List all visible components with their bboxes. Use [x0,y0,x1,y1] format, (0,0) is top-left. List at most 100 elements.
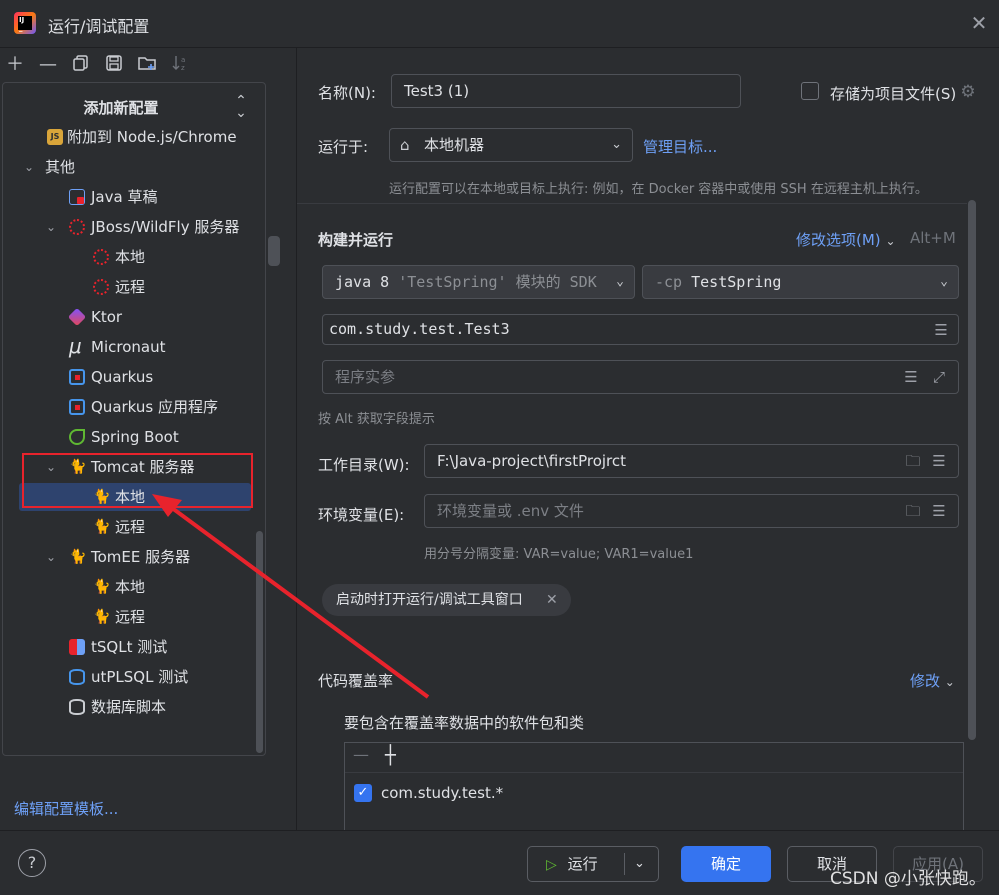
sdk-version: java 8 [335,273,390,291]
close-icon[interactable]: ✕ [968,12,990,34]
tree-item-label: Quarkus [91,368,154,386]
tree-item-label: 本地 [115,578,146,596]
tree-item-label: Micronaut [91,338,166,356]
micronaut-icon: μ [69,334,82,358]
program-args-input[interactable]: 程序实参 ☰ ⤢ [322,360,959,394]
new-folder-icon[interactable] [136,54,158,76]
tsqlt-icon [69,639,85,655]
collapse-all-icon[interactable]: ⌃ ⌄ [231,94,251,120]
workdir-input[interactable]: F:\Java-project\firstProjrct 🗀 ☰ [424,444,959,478]
env-hint: 用分号分隔变量: VAR=value; VAR1=value1 [424,547,694,562]
sdk-dropdown[interactable]: java 8 'TestSpring' 模块的 SDK ⌄ [322,265,635,299]
build-and-run-title: 构建并运行 [318,231,394,249]
play-icon: ▷ [546,857,557,873]
remove-icon[interactable]: — [37,54,59,76]
expand-icon[interactable]: ⤢ [930,369,948,385]
tree-item-label: Java 草稿 [91,188,158,206]
chevron-down-icon: ⌄ [885,234,896,248]
tree-item-other[interactable]: ⌄ 其他 [3,153,265,181]
coverage-packages-label: 要包含在覆盖率数据中的软件包和类 [344,714,585,732]
list-icon[interactable]: ☰ [930,453,948,469]
tree-item-jboss[interactable]: ⌄ JBoss/WildFly 服务器 [3,213,265,241]
sort-icon[interactable]: az [169,54,191,76]
help-icon[interactable]: ? [18,849,46,877]
list-icon[interactable]: ☰ [902,369,920,385]
tree-item-jboss-remote[interactable]: 远程 [3,273,265,301]
java-scratch-icon [69,189,85,205]
popup-title: 添加新配置 [83,99,159,117]
tree-item-spring-boot[interactable]: Spring Boot [3,423,265,451]
coverage-packages-list: — ┼ ✓ com.study.test.* [344,742,964,830]
tree-item-tomcat-remote[interactable]: 🐈 远程 [3,513,265,541]
svg-text:a: a [181,56,185,64]
chevron-down-icon[interactable]: ⌄ [21,153,37,181]
tomee-icon: 🐈 [93,579,111,595]
edit-templates-link[interactable]: 编辑配置模板... [14,798,118,819]
tree-item-attach-node[interactable]: JS 附加到 Node.js/Chrome [3,123,265,151]
tomcat-icon: 🐈 [93,519,111,535]
tree-item-label: 附加到 Node.js/Chrome [67,128,237,146]
sdk-suffix: 模块的 SDK [515,273,597,291]
chevron-down-icon[interactable]: ⌄ [634,847,645,881]
workdir-value: F:\Java-project\firstProjrct [437,452,627,470]
modify-options-link[interactable]: 修改选项(M) ⌄ [796,229,896,250]
env-input[interactable]: 环境变量或 .env 文件 🗀 ☰ [424,494,959,528]
chevron-down-icon[interactable]: ⌄ [43,543,59,571]
add-icon[interactable]: ┼ [385,745,396,766]
tree-item-label: 数据库脚本 [91,698,167,716]
launch-tool-window-chip[interactable]: 启动时打开运行/调试工具窗口 ✕ [322,584,571,616]
tree-item-tomee-local[interactable]: 🐈 本地 [3,573,265,601]
tree-item-database-script[interactable]: 数据库脚本 [3,693,265,721]
list-icon[interactable]: ☰ [930,503,948,519]
ok-button[interactable]: 确定 [681,846,771,882]
tree-item-jboss-local[interactable]: 本地 [3,243,265,271]
manage-targets-link[interactable]: 管理目标... [643,136,717,157]
tree-item-label: TomEE 服务器 [91,548,191,566]
program-args-placeholder: 程序实参 [335,368,396,386]
add-new-configuration-panel: 添加新配置 ⌃ ⌄ JS 附加到 Node.js/Chrome ⌄ 其他 Java… [2,82,266,756]
modify-options-shortcut: Alt+M [910,229,956,247]
list-icon[interactable]: ☰ [932,322,950,338]
spring-boot-icon [69,429,85,445]
run-on-dropdown[interactable]: ⌂ 本地机器 ⌄ [389,128,633,162]
tree-item-ktor[interactable]: Ktor [3,303,265,331]
tree-item-quarkus-app[interactable]: Quarkus 应用程序 [3,393,265,421]
separator [297,203,967,204]
utplsql-icon [69,669,85,685]
tomee-icon: 🐈 [93,609,111,625]
tree-item-tomee-remote[interactable]: 🐈 远程 [3,603,265,631]
run-on-hint: 运行配置可以在本地或目标上执行: 例如，在 Docker 容器中或使用 SSH … [389,182,928,197]
gear-icon[interactable]: ⚙ [958,82,978,102]
folder-icon[interactable]: 🗀 [904,503,922,519]
name-input[interactable]: Test3 (1) [391,74,741,108]
tree-item-tomee[interactable]: ⌄ 🐈 TomEE 服务器 [3,543,265,571]
run-button[interactable]: ▷ 运行 ⌄ [527,846,659,882]
separator [345,772,963,773]
remove-icon[interactable]: — [353,745,369,764]
chevron-down-icon: ⌄ [944,675,955,689]
main-class-input[interactable]: com.study.test.Test3 ☰ [322,314,959,345]
tree-item-label: 远程 [115,278,146,296]
chevron-down-icon[interactable]: ⌄ [43,213,59,241]
chevron-down-icon: ⌄ [611,137,622,152]
tomee-icon: 🐈 [69,549,87,565]
panel-scrollbar-thumb[interactable] [268,236,280,266]
coverage-modify-link[interactable]: 修改 ⌄ [910,670,955,691]
folder-icon[interactable]: 🗀 [904,453,922,469]
tree-item-java-scratch[interactable]: Java 草稿 [3,183,265,211]
chip-label: 启动时打开运行/调试工具窗口 [336,592,523,608]
tree-item-micronaut[interactable]: μ Micronaut [3,333,265,361]
save-icon[interactable] [103,54,125,76]
close-icon[interactable]: ✕ [546,584,558,616]
form-scrollbar[interactable] [968,200,976,740]
tree-item-tsqlt[interactable]: tSQLt 测试 [3,633,265,661]
panel-divider [296,48,297,830]
add-icon[interactable]: ＋ [4,54,26,76]
coverage-entry-checkbox[interactable]: ✓ [354,784,372,802]
tree-item-utplsql[interactable]: utPLSQL 测试 [3,663,265,691]
tree-scrollbar[interactable] [256,531,263,753]
classpath-dropdown[interactable]: -cp TestSpring ⌄ [642,265,959,299]
copy-icon[interactable] [70,54,92,76]
store-as-project-file-checkbox[interactable] [801,82,819,100]
tree-item-quarkus[interactable]: Quarkus [3,363,265,391]
